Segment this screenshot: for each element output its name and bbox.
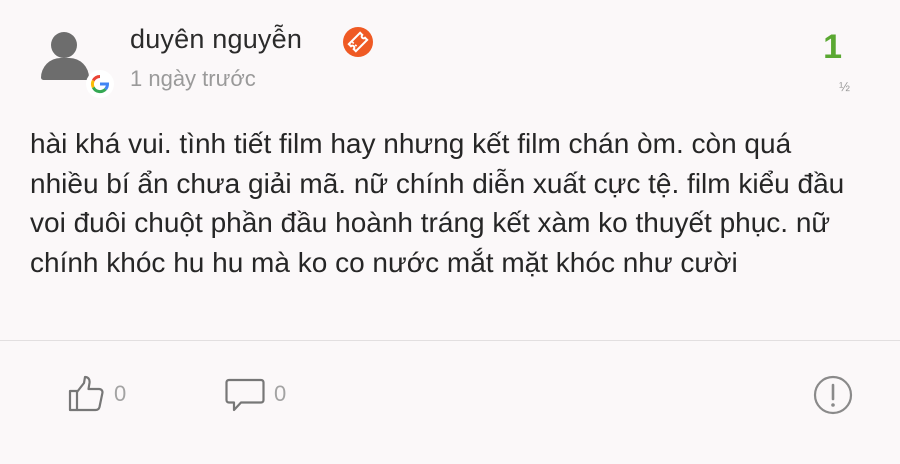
rating-score: 1: [823, 28, 842, 66]
google-icon: [86, 70, 114, 98]
like-button[interactable]: 0: [66, 374, 126, 414]
divider: [0, 340, 900, 341]
ticket-badge-icon: [342, 26, 374, 58]
author-name[interactable]: duyên nguyễn: [130, 24, 302, 55]
report-button[interactable]: [812, 374, 854, 421]
review-time: 1 ngày trước: [130, 66, 256, 91]
page-indicator: ½: [839, 79, 850, 94]
review-card: duyên nguyễn 1 ngày trước 1 ½ hài khá vu…: [0, 0, 900, 464]
comment-count: 0: [274, 381, 287, 406]
thumbs-up-icon: [66, 374, 106, 414]
report-icon: [812, 375, 854, 420]
avatar-body: [41, 58, 89, 80]
comment-icon: [224, 374, 266, 414]
like-count: 0: [114, 381, 127, 406]
comment-button[interactable]: 0: [224, 374, 286, 414]
avatar-head: [51, 32, 77, 58]
review-text: hài khá vui. tình tiết film hay nhưng kế…: [30, 128, 845, 278]
